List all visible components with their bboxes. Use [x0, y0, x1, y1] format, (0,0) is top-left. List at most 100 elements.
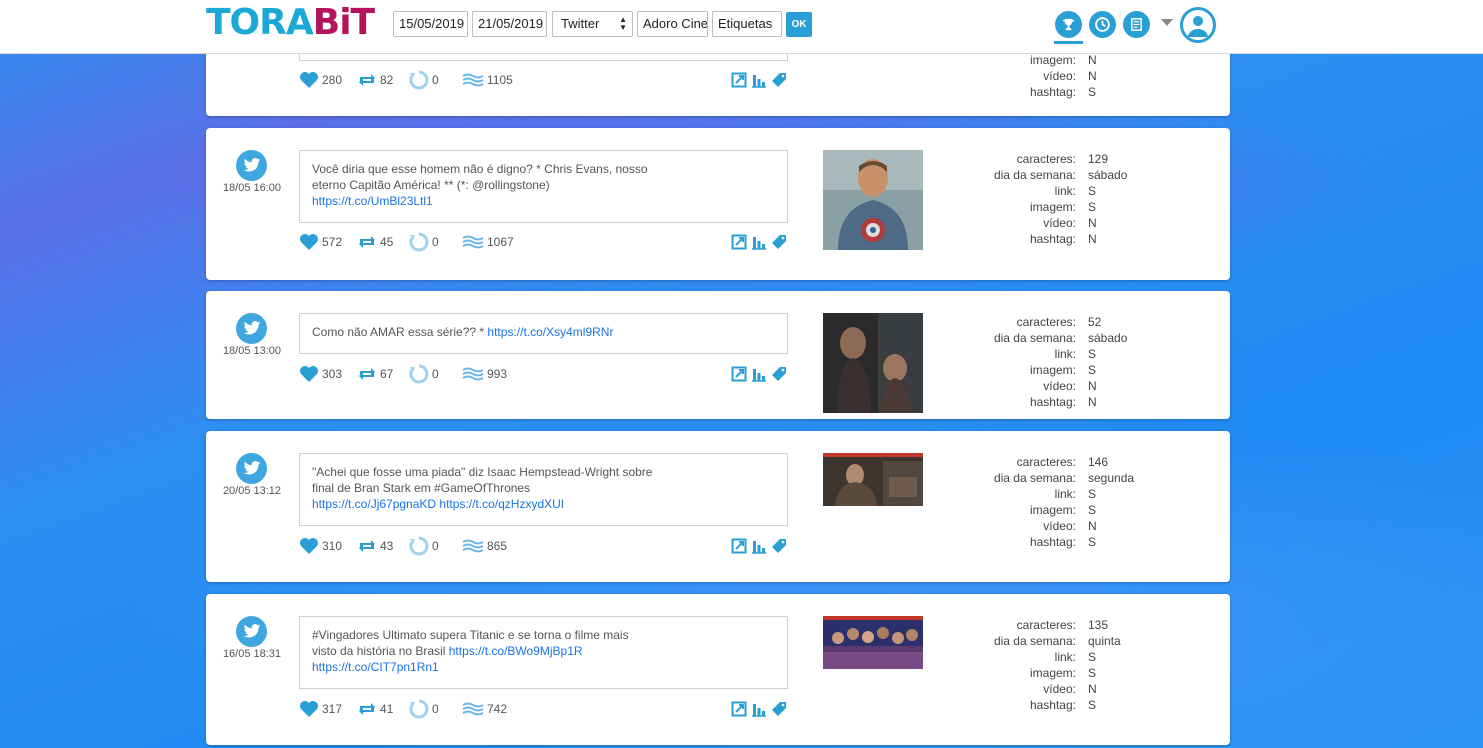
retweet-icon [359, 540, 375, 552]
reach-count: 865 [487, 539, 508, 553]
replies-stat: 0 [409, 70, 462, 90]
date-from-input[interactable]: 15/05/2019 [393, 11, 468, 37]
ranking-button[interactable] [1054, 11, 1083, 44]
likes-stat: 303 [299, 365, 357, 383]
tweet-link[interactable]: https://t.co/Jj67pgnaKD [312, 497, 436, 511]
trophy-icon [1062, 18, 1075, 31]
likes-stat: 317 [299, 700, 357, 718]
post-stats: 310 43 0 865 [299, 536, 507, 556]
bar-chart-icon[interactable] [751, 701, 767, 717]
history-button[interactable] [1089, 11, 1116, 38]
likes-count: 310 [322, 539, 343, 553]
meta-label: vídeo: [1043, 519, 1076, 533]
meta-label: dia da semana: [993, 331, 1076, 345]
tag-icon[interactable] [771, 72, 787, 88]
date-to-input[interactable]: 21/05/2019 [472, 11, 547, 37]
meta-label: link: [1054, 487, 1076, 501]
meta-value: 135 [1088, 618, 1109, 632]
report-button[interactable] [1123, 11, 1150, 38]
refresh-icon [409, 364, 429, 384]
meta-label: caracteres: [1016, 315, 1076, 329]
clock-icon [1095, 17, 1110, 32]
tweet-link[interactable]: https://t.co/qzHzxydXUI [439, 497, 564, 511]
ok-button[interactable]: OK [786, 12, 812, 37]
retweet-icon [359, 703, 375, 715]
retweets-count: 43 [380, 539, 394, 553]
meta-value: S [1088, 200, 1097, 214]
tag-icon[interactable] [771, 701, 787, 717]
network-select[interactable]: Twitter ▲ ▼ [552, 11, 633, 37]
twitter-icon [236, 313, 267, 344]
tweet-text: eterno Capitão América! ** (*: @rollings… [312, 178, 550, 192]
replies-count: 0 [432, 539, 439, 553]
document-icon [1131, 18, 1142, 31]
external-link-icon[interactable] [731, 701, 747, 717]
likes-count: 303 [322, 367, 343, 381]
replies-count: 0 [432, 367, 439, 381]
logo-part2: BiT [312, 2, 375, 43]
post-image[interactable] [823, 616, 923, 669]
tag-icon[interactable] [771, 538, 787, 554]
likes-stat: 280 [299, 71, 357, 89]
tag-icon[interactable] [771, 234, 787, 250]
bar-chart-icon[interactable] [751, 366, 767, 382]
reach-stat: 742 [462, 702, 507, 716]
meta-label: hashtag: [1029, 232, 1076, 246]
external-link-icon[interactable] [731, 234, 747, 250]
meta-label: caracteres: [1016, 618, 1076, 632]
bar-chart-icon[interactable] [751, 234, 767, 250]
tweet-text: #Vingadores Ultimato supera Titanic e se… [312, 628, 629, 642]
meta-label: imagem: [1029, 200, 1076, 214]
post-image[interactable] [823, 313, 923, 413]
wave-icon [462, 539, 484, 553]
user-avatar[interactable] [1180, 7, 1216, 43]
retweets-count: 67 [380, 367, 394, 381]
post-card: 18/05 13:00 Como não AMAR essa série?? *… [206, 291, 1230, 419]
tweet-text-box: #Vingadores Ultimato supera Titanic e se… [299, 616, 788, 689]
replies-count: 0 [432, 73, 439, 87]
retweet-icon [359, 368, 375, 380]
post-image[interactable] [823, 150, 923, 250]
reach-count: 742 [487, 702, 508, 716]
replies-stat: 0 [409, 536, 462, 556]
bar-chart-icon[interactable] [751, 538, 767, 554]
external-link-icon[interactable] [731, 366, 747, 382]
tweet-text-box: Como não AMAR essa série?? * https://t.c… [299, 313, 788, 354]
bar-chart-icon[interactable] [751, 72, 767, 88]
meta-value: S [1088, 184, 1097, 198]
meta-label: caracteres: [1016, 152, 1076, 166]
meta-value: segunda [1088, 471, 1135, 485]
post-image[interactable] [823, 453, 923, 506]
meta-value: N [1088, 395, 1097, 409]
tweet-link[interactable]: https://t.co/BWo9MjBp1R [449, 644, 583, 658]
post-date: 18/05 16:00 [222, 182, 282, 194]
tweet-link[interactable]: https://t.co/UmBl23Ltl1 [312, 194, 433, 208]
retweets-stat: 82 [357, 72, 409, 88]
select-arrows-icon: ▲ ▼ [619, 15, 627, 32]
external-link-icon[interactable] [731, 538, 747, 554]
reach-stat: 993 [462, 367, 507, 381]
retweets-count: 82 [380, 73, 394, 87]
external-link-icon[interactable] [731, 72, 747, 88]
logo-part1: TORA [206, 2, 314, 43]
tags-input[interactable]: Etiquetas [712, 11, 782, 37]
tag-icon[interactable] [771, 366, 787, 382]
meta-value: S [1088, 503, 1097, 517]
tweet-link[interactable]: https://t.co/CIT7pn1Rn1 [312, 660, 439, 674]
likes-count: 280 [322, 73, 343, 87]
meta-value: 129 [1088, 152, 1109, 166]
profile-input[interactable]: Adoro Cinema [637, 11, 708, 37]
meta-value: sábado [1088, 331, 1128, 345]
likes-stat: 572 [299, 233, 357, 251]
likes-stat: 310 [299, 537, 357, 555]
replies-stat: 0 [409, 364, 462, 384]
meta-value: S [1088, 363, 1097, 377]
torabit-logo[interactable]: TORABiT [206, 2, 375, 43]
tweet-link[interactable]: https://t.co/Xsy4ml9RNr [487, 325, 613, 339]
meta-value: S [1088, 698, 1097, 712]
chevron-down-icon[interactable] [1161, 19, 1173, 26]
meta-label: imagem: [1029, 503, 1076, 517]
likes-count: 572 [322, 235, 343, 249]
post-metadata: caracteres: 135 dia da semana: quinta link… [956, 617, 1121, 713]
twitter-icon [236, 150, 267, 181]
